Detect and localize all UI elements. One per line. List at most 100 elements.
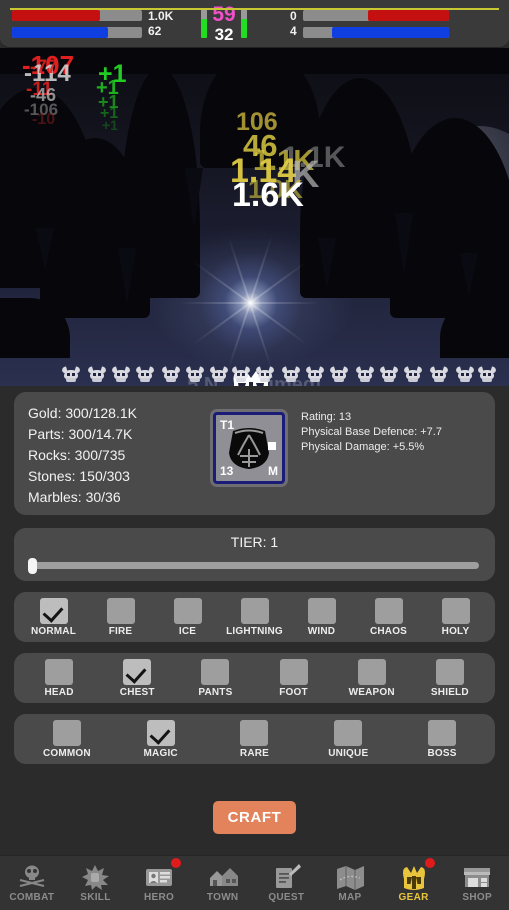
nav-item-combat[interactable]: COMBAT (0, 856, 64, 910)
stalactite (118, 248, 136, 304)
checkbox-holy[interactable]: HOLY (425, 597, 487, 637)
checkbox-label: PANTS (198, 686, 233, 698)
orc-enemy[interactable] (455, 366, 475, 382)
nav-item-shop[interactable]: SHOP (445, 856, 509, 910)
checkbox-unique[interactable]: UNIQUE (317, 719, 379, 759)
game-viewport[interactable]: -107 -114 -77 -11 -46 -106 -10 +1 +1 +1 +1 +1 106 46 1… (0, 48, 509, 386)
player-values: 1.0K 62 (148, 10, 173, 37)
orc-enemy[interactable] (429, 366, 449, 382)
checkbox-lightning[interactable]: LIGHTNING (224, 597, 286, 637)
nav-item-gear[interactable]: GEAR (382, 856, 446, 910)
tier-slider-thumb[interactable] (28, 558, 37, 574)
burst-fist-icon (80, 864, 110, 890)
damage-number: 1.6K (232, 176, 304, 214)
resource-line: Parts: 300/14.7K (28, 426, 133, 442)
enemy-values: 0 4 (273, 10, 297, 37)
orc-enemy[interactable] (111, 366, 131, 382)
checkbox-wind[interactable]: WIND (291, 597, 353, 637)
checkbox-box[interactable] (173, 597, 202, 624)
checkmark-icon[interactable] (39, 597, 68, 624)
resource-line: Stones: 150/303 (28, 468, 130, 484)
stalactite (318, 238, 336, 288)
orc-enemy[interactable] (477, 366, 497, 382)
nav-item-hero[interactable]: HERO (127, 856, 191, 910)
checkbox-label: SHIELD (430, 686, 469, 698)
map-icon (335, 864, 365, 890)
checkbox-magic[interactable]: MAGIC (130, 719, 192, 759)
checkbox-box[interactable] (52, 719, 81, 746)
nav-item-skill[interactable]: SKILL (64, 856, 128, 910)
player-status: 1.0K 62 (12, 9, 173, 38)
stalactite (395, 213, 413, 275)
checkbox-weapon[interactable]: WEAPON (341, 658, 403, 698)
horned-helm-icon (399, 864, 429, 890)
checkbox-label: HOLY (441, 625, 470, 637)
enemy-bars (302, 9, 449, 38)
checkbox-normal[interactable]: NORMAL (23, 597, 85, 637)
item-stat-list: Rating: 13 Physical Base Defence: +7.7 Phy… (301, 404, 442, 503)
checkbox-label: WEAPON (348, 686, 395, 698)
checkbox-rare[interactable]: RARE (223, 719, 285, 759)
checkbox-box[interactable] (240, 597, 269, 624)
nav-item-label: MAP (338, 891, 362, 903)
checkbox-box[interactable] (428, 719, 457, 746)
checkbox-fire[interactable]: FIRE (90, 597, 152, 637)
checkmark-icon[interactable] (146, 719, 175, 746)
checkbox-chaos[interactable]: CHAOS (358, 597, 420, 637)
checkbox-label: RARE (239, 747, 270, 759)
checkbox-box[interactable] (45, 658, 74, 685)
nav-item-town[interactable]: TOWN (191, 856, 255, 910)
orc-enemy[interactable] (209, 366, 229, 382)
damage-number: +1 (102, 117, 118, 133)
checkbox-common[interactable]: COMMON (36, 719, 98, 759)
orc-enemy[interactable] (403, 366, 423, 382)
checkbox-box[interactable] (201, 658, 230, 685)
checkbox-box[interactable] (357, 658, 386, 685)
checkbox-box[interactable] (435, 658, 464, 685)
orc-enemy[interactable] (61, 366, 81, 382)
orc-enemy[interactable] (355, 366, 375, 382)
checkbox-pants[interactable]: PANTS (184, 658, 246, 698)
checkmark-icon[interactable] (123, 658, 152, 685)
enemy-hp-bar (302, 9, 449, 21)
enemy-status: 0 4 (273, 9, 449, 38)
checkbox-shield[interactable]: SHIELD (419, 658, 481, 698)
orc-enemy[interactable] (87, 366, 107, 382)
nav-item-quest[interactable]: QUEST (255, 856, 319, 910)
checkbox-label: ICE (178, 625, 197, 637)
item-socket-indicator (268, 442, 276, 450)
checkbox-chest[interactable]: CHEST (106, 658, 168, 698)
orc-enemy[interactable] (231, 366, 251, 382)
orc-enemy[interactable] (379, 366, 399, 382)
orc-enemy[interactable] (135, 366, 155, 382)
nav-item-map[interactable]: MAP (318, 856, 382, 910)
nav-item-label: SHOP (462, 891, 492, 903)
checkbox-head[interactable]: HEAD (28, 658, 90, 698)
checkbox-label: CHAOS (369, 625, 408, 637)
rarity-filter-row: COMMON MAGIC RARE UNIQUE BOSS (14, 714, 495, 764)
player-bars (12, 9, 142, 38)
orc-enemy[interactable] (281, 366, 301, 382)
checkbox-box[interactable] (334, 719, 363, 746)
checkbox-foot[interactable]: FOOT (263, 658, 325, 698)
tier-slider-track[interactable] (30, 562, 479, 569)
checkbox-ice[interactable]: ICE (157, 597, 219, 637)
orc-enemy[interactable] (185, 366, 205, 382)
checkbox-box[interactable] (240, 719, 269, 746)
orc-enemy[interactable] (329, 366, 349, 382)
item-preview[interactable]: T1 13 M (213, 412, 285, 484)
orc-enemy[interactable] (161, 366, 181, 382)
nav-item-label: SKILL (80, 891, 111, 903)
orc-enemy[interactable] (305, 366, 325, 382)
checkbox-box[interactable] (106, 597, 135, 624)
checkbox-box[interactable] (307, 597, 336, 624)
item-stat-line: Physical Damage: +5.5% (301, 441, 425, 453)
checkbox-boss[interactable]: BOSS (411, 719, 473, 759)
checkbox-label: NORMAL (30, 625, 77, 637)
checkbox-box[interactable] (441, 597, 470, 624)
notification-badge (170, 858, 181, 868)
checkbox-label: CHEST (119, 686, 155, 698)
checkbox-box[interactable] (279, 658, 308, 685)
craft-button[interactable]: CRAFT (213, 801, 296, 834)
checkbox-box[interactable] (374, 597, 403, 624)
